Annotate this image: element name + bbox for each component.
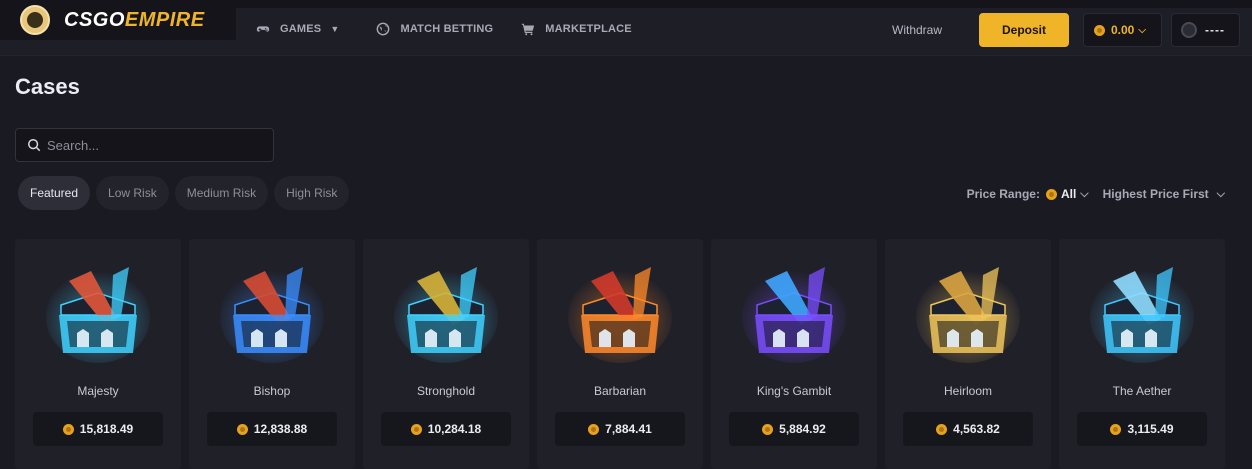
risk-filter-chips: Featured Low Risk Medium Risk High Risk <box>18 176 350 210</box>
case-image <box>394 267 498 363</box>
chip-low-risk[interactable]: Low Risk <box>96 176 169 210</box>
search-icon <box>28 139 41 152</box>
case-price: 12,838.88 <box>207 412 337 446</box>
case-price-value: 10,284.18 <box>427 422 482 436</box>
logo-badge-icon <box>20 5 50 35</box>
case-price-value: 4,563.82 <box>953 422 1000 436</box>
coin-icon <box>1045 188 1057 200</box>
case-card[interactable]: Majesty 15,818.49 <box>15 239 181 469</box>
sort-filters: Price Range: All ⌵ Highest Price First ⌵ <box>967 187 1225 201</box>
sort-dropdown[interactable]: Highest Price First ⌵ <box>1103 187 1225 201</box>
nav-marketplace-label: MARKETPLACE <box>545 23 632 35</box>
nav-games-label: GAMES <box>280 23 322 35</box>
main-nav: GAMES ▼ MATCH BETTING MARKETPLACE <box>256 22 632 36</box>
username: ---- <box>1205 23 1225 37</box>
case-card[interactable]: King's Gambit 5,884.92 <box>711 239 877 469</box>
profile-menu[interactable]: ---- <box>1171 13 1240 47</box>
avatar <box>1181 22 1197 38</box>
case-image <box>46 267 150 363</box>
case-price: 5,884.92 <box>729 412 859 446</box>
balance-value: 0.00 <box>1111 23 1135 37</box>
coin-icon <box>936 423 948 435</box>
case-name: Stronghold <box>416 384 476 398</box>
chip-high-risk[interactable]: High Risk <box>274 176 350 210</box>
price-range-dropdown[interactable]: Price Range: All ⌵ <box>967 187 1103 201</box>
case-price: 15,818.49 <box>33 412 163 446</box>
coin-icon <box>588 423 600 435</box>
coin-icon <box>762 423 774 435</box>
case-image <box>1090 267 1194 363</box>
coin-icon <box>62 423 74 435</box>
case-image <box>916 267 1020 363</box>
sort-value: Highest Price First <box>1102 187 1209 201</box>
case-image <box>742 267 846 363</box>
coin-icon <box>1110 423 1122 435</box>
case-image <box>220 267 324 363</box>
nav-match-betting[interactable]: MATCH BETTING <box>376 22 493 36</box>
case-price-value: 5,884.92 <box>779 422 826 436</box>
case-price-value: 15,818.49 <box>79 422 134 436</box>
chevron-down-icon: ⌵ <box>1138 24 1146 36</box>
chevron-down-icon: ⌵ <box>1216 187 1225 200</box>
globe-icon <box>377 22 390 36</box>
withdraw-link[interactable]: Withdraw <box>892 23 942 37</box>
caret-down-icon: ▼ <box>330 24 340 34</box>
case-card[interactable]: Stronghold 10,284.18 <box>363 239 529 469</box>
search-input[interactable] <box>47 137 247 153</box>
coin-icon <box>410 423 422 435</box>
logo-text: CSGOEMPIRE <box>64 8 205 31</box>
case-card[interactable]: Barbarian 7,884.41 <box>537 239 703 469</box>
cart-icon <box>522 23 535 36</box>
case-price: 4,563.82 <box>903 412 1033 446</box>
logo[interactable]: CSGOEMPIRE <box>0 0 236 40</box>
case-price: 3,115.49 <box>1077 412 1207 446</box>
case-card[interactable]: The Aether 3,115.49 <box>1059 239 1225 469</box>
coin-icon <box>236 423 248 435</box>
price-range-label: Price Range: <box>966 187 1040 201</box>
nav-match-betting-label: MATCH BETTING <box>400 23 494 35</box>
case-price: 10,284.18 <box>381 412 511 446</box>
price-range-value: All <box>1060 187 1077 201</box>
case-image <box>568 267 672 363</box>
case-name: Majesty <box>77 384 119 398</box>
chip-featured[interactable]: Featured <box>18 176 91 210</box>
chevron-down-icon: ⌵ <box>1080 187 1089 200</box>
top-navigation-bar: CSGOEMPIRE GAMES ▼ MATCH BETTING MARKETP… <box>0 0 1252 56</box>
case-price: 7,884.41 <box>555 412 685 446</box>
case-name: Barbarian <box>593 384 647 398</box>
case-price-value: 3,115.49 <box>1127 422 1174 436</box>
case-grid: Majesty 15,818.49 Bishop 12,838.88 Stron… <box>15 239 1225 469</box>
case-name: Heirloom <box>943 384 992 398</box>
nav-games[interactable]: GAMES ▼ <box>256 22 339 36</box>
topbar-strip <box>236 0 1252 8</box>
case-name: King's Gambit <box>756 384 832 398</box>
gamepad-icon <box>256 26 270 32</box>
case-card[interactable]: Heirloom 4,563.82 <box>885 239 1051 469</box>
case-card[interactable]: Bishop 12,838.88 <box>189 239 355 469</box>
balance-dropdown[interactable]: 0.00 ⌵ <box>1083 13 1162 47</box>
case-name: The Aether <box>1112 384 1172 398</box>
page-title: Cases <box>15 74 80 99</box>
nav-marketplace[interactable]: MARKETPLACE <box>521 22 632 36</box>
coin-icon <box>1094 24 1105 36</box>
case-name: Bishop <box>253 384 291 398</box>
chip-medium-risk[interactable]: Medium Risk <box>174 176 269 210</box>
case-price-value: 7,884.41 <box>605 422 652 436</box>
search-box <box>15 128 274 162</box>
case-price-value: 12,838.88 <box>253 422 308 436</box>
deposit-button[interactable]: Deposit <box>979 13 1069 47</box>
